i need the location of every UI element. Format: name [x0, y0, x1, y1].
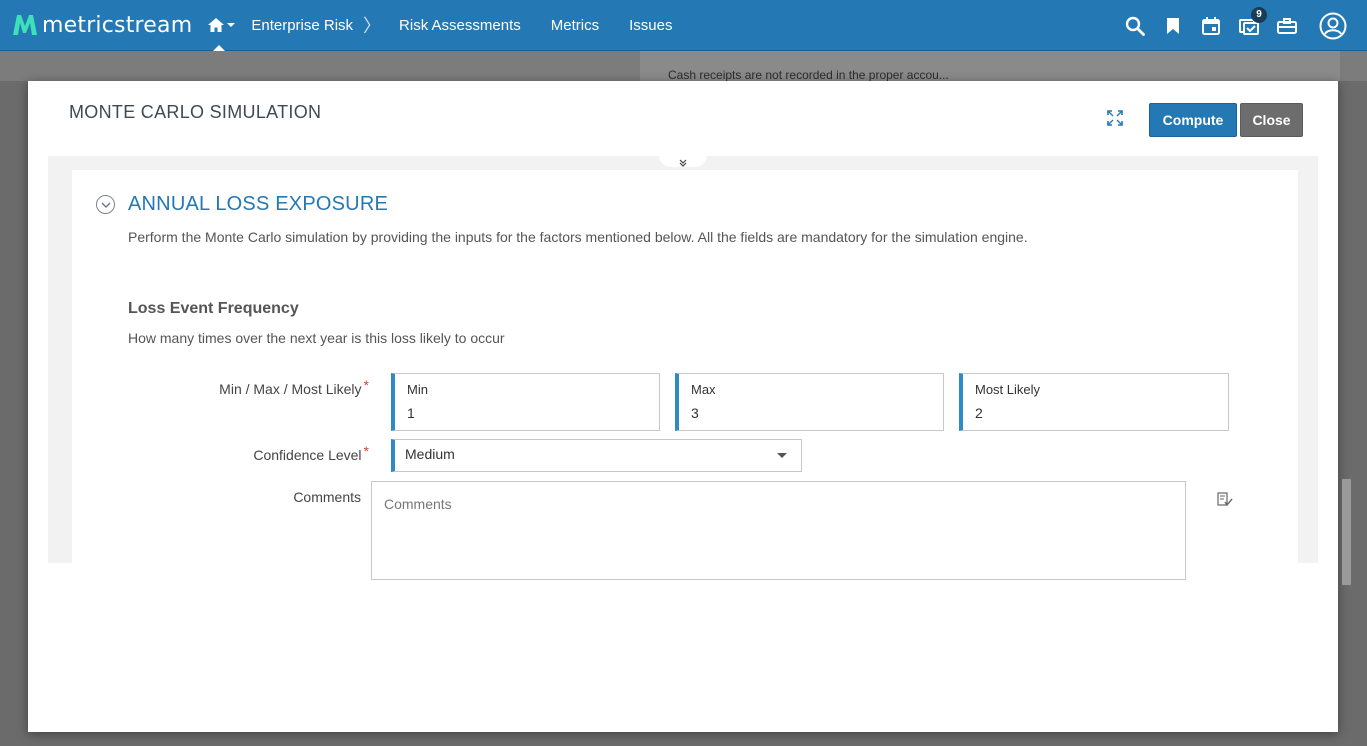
chevron-down-icon — [101, 202, 110, 208]
brand-name: metricstream — [42, 12, 193, 38]
comments-placeholder: Comments — [384, 496, 452, 512]
collapse-header-tab[interactable] — [659, 155, 707, 167]
most-likely-value[interactable]: 2 — [975, 405, 983, 421]
confidence-field-label: Confidence Level * — [109, 443, 369, 463]
modal-title: MONTE CARLO SIMULATION — [69, 102, 322, 122]
confidence-label-text: Confidence Level — [253, 447, 362, 463]
max-input[interactable]: Max 3 — [675, 373, 944, 431]
notification-count-badge: 9 — [1251, 6, 1267, 23]
min-label: Min — [407, 382, 428, 397]
main-nav: Enterprise Risk 〉 Risk Assessments Metri… — [251, 0, 702, 51]
dropdown-caret-icon — [777, 453, 787, 458]
breadcrumb-chevron-icon: 〉 — [363, 16, 382, 36]
calendar-icon[interactable] — [1199, 14, 1223, 38]
max-label: Max — [691, 382, 716, 397]
subsection-title: Loss Event Frequency — [128, 300, 299, 317]
range-field-label: Min / Max / Most Likely * — [109, 377, 369, 397]
subsection-description: How many times over the next year is thi… — [128, 330, 505, 346]
spellcheck-icon[interactable] — [1217, 492, 1233, 508]
monte-carlo-modal: MONTE CARLO SIMULATION Compute Close ANN… — [28, 81, 1338, 732]
max-value[interactable]: 3 — [691, 405, 699, 421]
min-input[interactable]: Min 1 — [391, 373, 660, 431]
home-menu[interactable] — [208, 0, 236, 51]
most-likely-label: Most Likely — [975, 382, 1041, 397]
inbox-tasks-icon[interactable]: 9 — [1237, 6, 1267, 38]
range-label-text: Min / Max / Most Likely — [219, 381, 362, 397]
top-nav-bar: metricstream Enterprise Risk 〉 Risk Asse… — [0, 0, 1367, 51]
chevron-down-icon — [227, 23, 236, 27]
brand-logo[interactable]: metricstream — [12, 0, 192, 51]
header-actions: 9 — [1109, 0, 1347, 51]
search-icon[interactable] — [1123, 14, 1147, 38]
section-collapse-toggle[interactable] — [96, 195, 115, 214]
expand-icon[interactable] — [1107, 110, 1123, 126]
close-button[interactable]: Close — [1240, 103, 1303, 137]
section-description: Perform the Monte Carlo simulation by pr… — [128, 229, 1028, 245]
section-title: ANNUAL LOSS EXPOSURE — [128, 193, 389, 215]
comments-field-label: Comments — [293, 489, 361, 505]
nav-risk-assessments[interactable]: Risk Assessments — [399, 17, 521, 34]
briefcase-icon[interactable] — [1275, 14, 1299, 38]
nav-enterprise-risk[interactable]: Enterprise Risk — [251, 17, 353, 34]
double-chevron-down-icon — [679, 159, 687, 167]
nav-metrics[interactable]: Metrics — [551, 17, 599, 34]
required-marker: * — [363, 443, 369, 459]
required-marker: * — [363, 377, 369, 393]
metricstream-logo-icon — [13, 15, 37, 35]
home-icon — [208, 18, 225, 32]
active-indicator — [213, 44, 226, 51]
confidence-level-select[interactable]: Medium — [391, 439, 802, 472]
compute-button[interactable]: Compute — [1149, 103, 1237, 137]
page-scrollbar[interactable] — [1342, 479, 1351, 585]
background-row-text: Cash receipts are not recorded in the pr… — [668, 68, 949, 82]
user-avatar-icon[interactable] — [1319, 12, 1347, 40]
confidence-level-value: Medium — [405, 446, 455, 462]
nav-issues[interactable]: Issues — [629, 17, 672, 34]
comments-textarea[interactable]: Comments — [371, 481, 1186, 580]
most-likely-input[interactable]: Most Likely 2 — [959, 373, 1229, 431]
bookmark-icon[interactable] — [1161, 14, 1185, 38]
min-value[interactable]: 1 — [407, 405, 415, 421]
